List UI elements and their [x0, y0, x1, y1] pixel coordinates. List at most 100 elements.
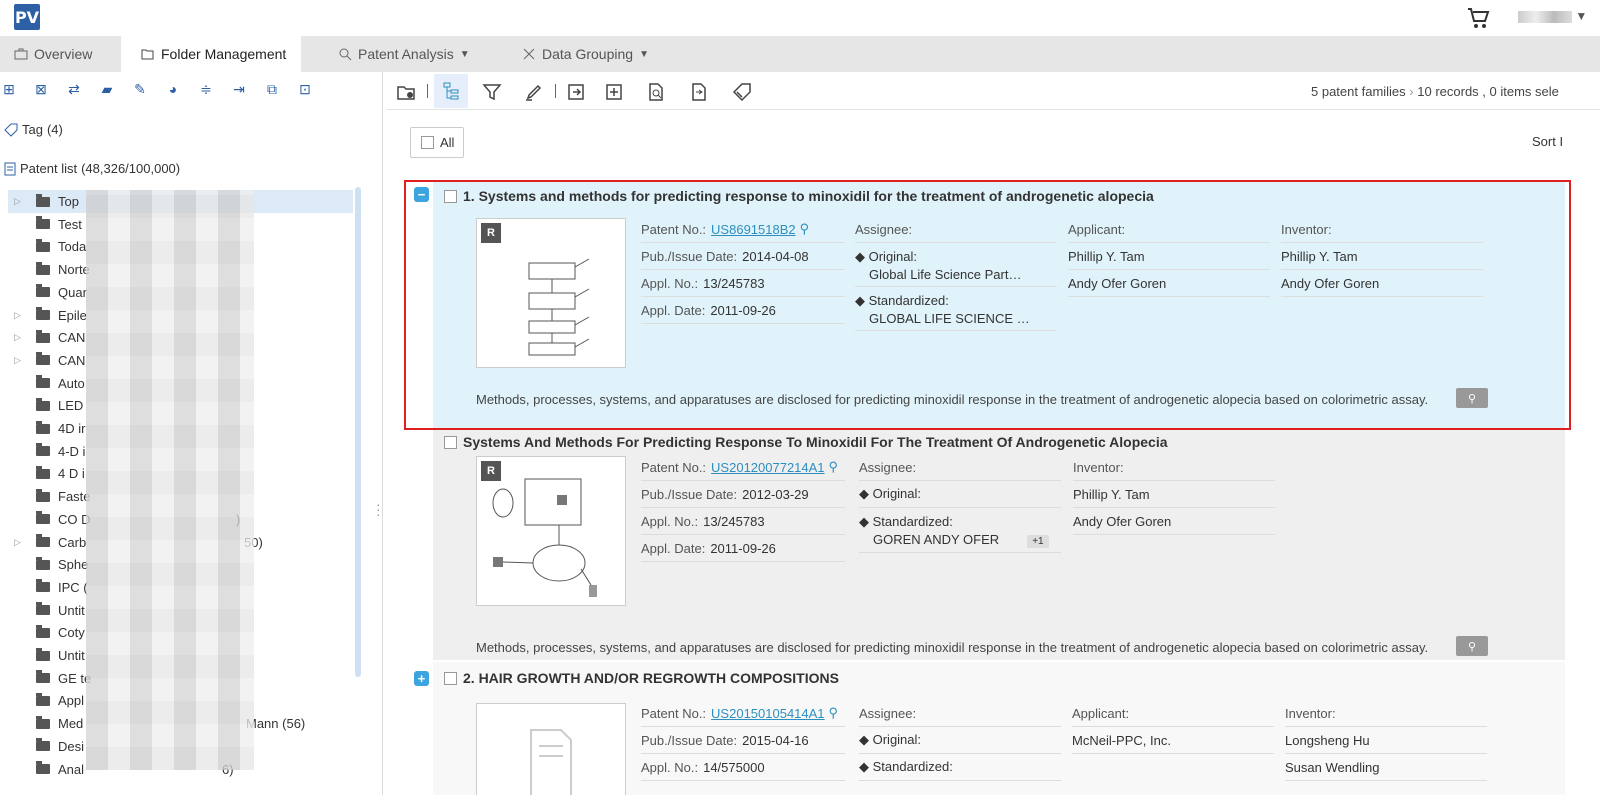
user-name-blurred	[1518, 10, 1572, 23]
tag-label: Tag	[22, 122, 43, 137]
inventor-name[interactable]: Phillip Y. Tam	[1073, 481, 1275, 508]
assignee-standardized: ◆ Standardized: GLOBAL LIFE SCIENCE …	[855, 289, 1057, 331]
highlight-pen-icon[interactable]	[523, 81, 545, 103]
edit-icon[interactable]: ✎	[131, 80, 149, 98]
tab-folder-management[interactable]: Folder Management	[121, 36, 301, 72]
inventor-name[interactable]: Susan Wendling	[1285, 754, 1487, 781]
field-label: Patent No.:	[641, 221, 707, 237]
copy-icon[interactable]: ⧉	[263, 80, 281, 98]
select-all[interactable]: All	[410, 127, 464, 158]
expand-arrow-icon[interactable]: ▷	[14, 196, 21, 207]
folder-icon	[36, 216, 50, 230]
move-folder-icon[interactable]: ⇄	[65, 80, 83, 98]
field-label: Patent No.:	[641, 705, 707, 721]
app-logo[interactable]: PV	[14, 4, 40, 30]
expand-icon[interactable]: +	[414, 671, 429, 686]
pub-date-field: Pub./Issue Date: 2015-04-16	[641, 727, 845, 754]
tab-overview[interactable]: Overview	[14, 36, 114, 72]
analysis-search-icon	[339, 48, 352, 61]
folder-name: Coty	[58, 625, 85, 641]
tab-patent-analysis[interactable]: Patent Analysis ▼	[338, 36, 478, 72]
expand-arrow-icon[interactable]: ▷	[14, 537, 21, 548]
patent-number-link[interactable]: US20150105414A1	[711, 706, 825, 721]
tab-data-grouping[interactable]: Data Grouping ▼	[522, 36, 662, 72]
standardized-assignee[interactable]: GLOBAL LIFE SCIENCE …	[855, 311, 1057, 326]
inventor-name[interactable]: Andy Ofer Goren	[1073, 508, 1275, 535]
more-assignees-badge[interactable]: +1	[1027, 535, 1049, 548]
inventor-name[interactable]: Longsheng Hu	[1285, 727, 1487, 754]
shopping-cart-icon[interactable]	[1466, 6, 1490, 30]
applicant-name[interactable]: Phillip Y. Tam	[1068, 243, 1270, 270]
export-record-icon[interactable]	[565, 81, 587, 103]
applicant-name[interactable]: McNeil-PPC, Inc.	[1072, 727, 1274, 754]
briefcase-icon	[14, 48, 28, 60]
patent-thumbnail[interactable]: R	[476, 218, 626, 368]
tag-record-icon[interactable]	[731, 81, 753, 103]
records-count: 10 records	[1417, 84, 1479, 99]
tree-scrollbar[interactable]	[355, 187, 361, 677]
magnifier-icon[interactable]: ⚲	[1456, 388, 1488, 408]
record-checkbox[interactable]	[444, 671, 457, 685]
standardized-assignee[interactable]: GOREN ANDY OFER	[873, 532, 999, 547]
collapse-icon[interactable]: −	[414, 187, 429, 202]
panel-splitter-handle[interactable]: · · ·	[376, 497, 381, 521]
patent-thumbnail[interactable]: R	[476, 456, 626, 606]
record-family-member: Systems And Methods For Predicting Respo…	[433, 430, 1565, 660]
folder-icon	[36, 261, 50, 275]
patent-number-link[interactable]: US20120077214A1	[711, 460, 825, 475]
document-placeholder-icon	[530, 729, 572, 795]
user-menu[interactable]: ▼	[1518, 9, 1587, 23]
merge-icon[interactable]: ≑	[197, 80, 215, 98]
location-pin-icon[interactable]: ⚲	[829, 705, 839, 721]
location-pin-icon[interactable]: ⚲	[800, 221, 810, 237]
tree-view-icon[interactable]	[434, 74, 468, 108]
record-checkbox[interactable]	[444, 189, 457, 203]
folder-toolbar: ⊞ ⊠ ⇄ ▰ ✎ ◕ ≑ ⇥ ⧉ ⊡	[0, 80, 383, 100]
add-record-icon[interactable]	[603, 81, 625, 103]
filter-icon[interactable]	[481, 81, 503, 103]
record-checkbox[interactable]	[444, 435, 457, 449]
folder-name: Top	[58, 194, 79, 209]
field-value: 2014-04-08	[742, 248, 809, 264]
folder-icon	[36, 284, 50, 298]
original-assignee[interactable]: Global Life Science Part…	[855, 267, 1057, 282]
field-value: 2015-04-16	[742, 732, 809, 748]
tag-item[interactable]: Tag (4)	[4, 122, 63, 137]
location-pin-icon[interactable]: ⚲	[829, 459, 839, 475]
record-title-row: Systems And Methods For Predicting Respo…	[444, 434, 1168, 450]
add-folder-icon[interactable]: ⊞	[0, 80, 18, 98]
folder-icon	[36, 556, 50, 570]
record-title[interactable]: 1. Systems and methods for predicting re…	[463, 188, 1154, 204]
document-search-icon[interactable]	[645, 81, 667, 103]
folder-name: Untit	[58, 648, 85, 663]
results-toolbar: 5 patent families › 10 records , 0 items…	[387, 72, 1600, 110]
patent-list-item[interactable]: Patent list (48,326/100,000)	[4, 161, 180, 176]
expand-arrow-icon[interactable]: ▷	[14, 355, 21, 366]
folder-info-icon[interactable]	[395, 81, 417, 103]
expand-arrow-icon[interactable]: ▷	[14, 332, 21, 343]
record-title[interactable]: Systems And Methods For Predicting Respo…	[463, 434, 1168, 450]
record-family-2: 2. HAIR GROWTH AND/OR REGROWTH COMPOSITI…	[433, 662, 1565, 795]
inventor-name[interactable]: Andy Ofer Goren	[1281, 270, 1483, 297]
record-title[interactable]: 2. HAIR GROWTH AND/OR REGROWTH COMPOSITI…	[463, 670, 839, 686]
chevron-down-icon: ▼	[639, 48, 649, 60]
folder-name: Untit	[58, 602, 85, 618]
patent-number-link[interactable]: US8691518B2	[711, 222, 796, 237]
expand-arrow-icon[interactable]: ▷	[14, 310, 21, 321]
folder-icon[interactable]: ▰	[98, 80, 116, 98]
folder-icon	[36, 397, 50, 411]
original-label: ◆ Original:	[855, 249, 918, 264]
sort-control[interactable]: Sort I	[1532, 134, 1563, 149]
inventor-name[interactable]: Phillip Y. Tam	[1281, 243, 1483, 270]
select-all-checkbox[interactable]	[421, 136, 434, 149]
folder-name: Test	[58, 216, 82, 232]
palette-icon[interactable]: ◕	[164, 80, 182, 98]
chart-icon[interactable]: ⊡	[296, 80, 314, 98]
magnifier-icon[interactable]: ⚲	[1456, 636, 1488, 656]
compare-document-icon[interactable]	[688, 81, 710, 103]
export-icon[interactable]: ⇥	[230, 80, 248, 98]
applicant-name[interactable]: Andy Ofer Goren	[1068, 270, 1270, 297]
assignee-original: ◆ Original: Global Life Science Part…	[855, 245, 1057, 287]
delete-folder-icon[interactable]: ⊠	[32, 80, 50, 98]
patent-thumbnail[interactable]	[476, 703, 626, 795]
